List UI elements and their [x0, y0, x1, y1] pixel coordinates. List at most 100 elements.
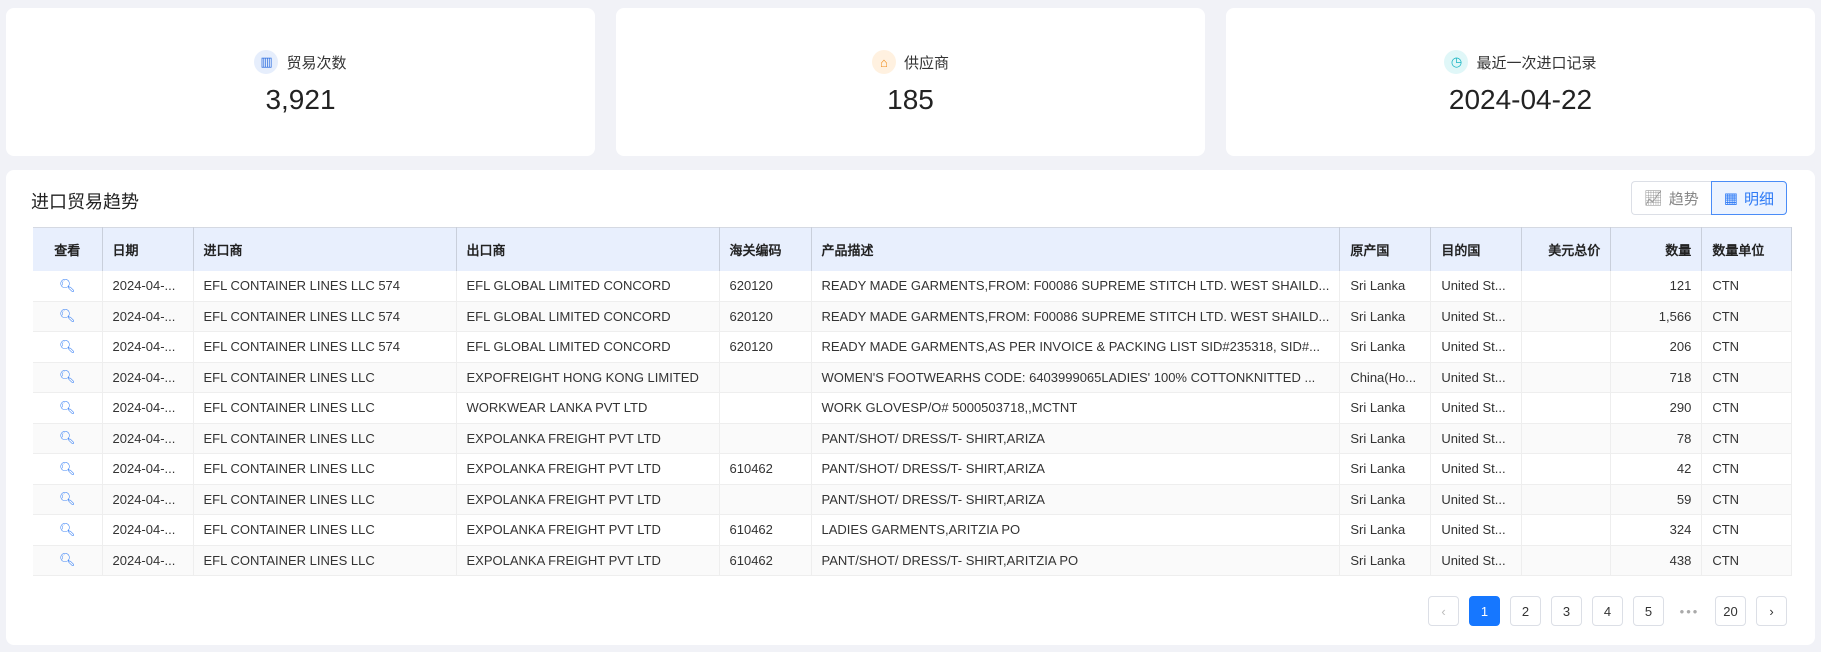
cell-6: Sri Lanka	[1339, 453, 1432, 485]
cell-9: 1,566	[1610, 301, 1703, 332]
cell-6: Sri Lanka	[1339, 484, 1432, 515]
cell-1: 2024-04-...	[102, 392, 194, 424]
table-row: 🔍︎ 2024-04-... EFL CONTAINER LINES LLC 574…	[33, 270, 1793, 302]
stat-card-last-import: ◷ 最近一次进口记录 2024-04-22	[1226, 8, 1815, 156]
page-button-4[interactable]: 4	[1592, 596, 1623, 626]
cell-10: CTN	[1701, 545, 1793, 576]
view-cell: 🔍︎	[33, 392, 103, 424]
cell-4: 610462	[719, 514, 812, 546]
cell-3: EXPOFREIGHT HONG KONG LIMITED	[456, 362, 720, 393]
cell-4	[719, 392, 812, 424]
cell-2: EFL CONTAINER LINES LLC 574	[193, 331, 457, 363]
cell-5: READY MADE GARMENTS,AS PER INVOICE & PAC…	[811, 331, 1341, 363]
search-icon[interactable]: 🔍︎	[59, 278, 76, 293]
search-icon[interactable]: 🔍︎	[59, 339, 76, 354]
cell-7: United St...	[1430, 453, 1523, 485]
table-row: 🔍︎ 2024-04-... EFL CONTAINER LINES LLC EXPO…	[33, 453, 1793, 485]
prev-page-button[interactable]: ‹	[1428, 596, 1459, 626]
cell-1: 2024-04-...	[102, 453, 194, 485]
cell-4: 620120	[719, 331, 812, 363]
view-cell: 🔍︎	[33, 331, 103, 363]
cell-2: EFL CONTAINER LINES LLC	[193, 423, 457, 454]
cell-5: PANT/SHOT/ DRESS/T- SHIRT,ARIZA	[811, 423, 1341, 454]
cell-8	[1521, 423, 1612, 454]
stat-label: 供应商	[903, 54, 949, 72]
trend-label: 趋势	[1668, 190, 1699, 208]
cell-3: EXPOLANKA FREIGHT PVT LTD	[456, 545, 720, 576]
cell-9: 324	[1610, 514, 1703, 546]
cell-5: PANT/SHOT/ DRESS/T- SHIRT,ARIZA	[811, 453, 1341, 485]
search-icon[interactable]: 🔍︎	[59, 430, 76, 445]
detail-view-button[interactable]: ▦ 明细	[1710, 181, 1787, 215]
cell-7: United St...	[1430, 484, 1523, 515]
cell-5: LADIES GARMENTS,ARITZIA PO	[811, 514, 1341, 546]
search-icon[interactable]: 🔍︎	[59, 308, 76, 323]
table-row: 🔍︎ 2024-04-... EFL CONTAINER LINES LLC EXPO…	[33, 423, 1793, 454]
column-header: 数量	[1610, 227, 1703, 271]
column-header: 查看	[33, 227, 103, 271]
view-cell: 🔍︎	[33, 423, 103, 454]
page-button-1[interactable]: 1	[1469, 596, 1500, 626]
cell-2: EFL CONTAINER LINES LLC	[193, 453, 457, 485]
cell-4: 610462	[719, 545, 812, 576]
table-row: 🔍︎ 2024-04-... EFL CONTAINER LINES LLC EXPO…	[33, 514, 1793, 546]
cell-10: CTN	[1701, 362, 1793, 393]
cell-4: 620120	[719, 270, 812, 302]
cell-7: United St...	[1430, 423, 1523, 454]
cell-1: 2024-04-...	[102, 301, 194, 332]
cell-6: China(Ho...	[1339, 362, 1432, 393]
column-header: 海关编码	[719, 227, 812, 271]
column-header: 进口商	[193, 227, 457, 271]
cell-10: CTN	[1701, 423, 1793, 454]
trend-view-button[interactable]: 📈︎ 趋势	[1630, 181, 1711, 215]
column-header: 目的国	[1430, 227, 1523, 271]
table-row: 🔍︎ 2024-04-... EFL CONTAINER LINES LLC 574…	[33, 331, 1793, 363]
cell-5: WOMEN'S FOOTWEARHS CODE: 6403999065LADIE…	[811, 362, 1341, 393]
cell-7: United St...	[1430, 392, 1523, 424]
cell-6: Sri Lanka	[1339, 301, 1432, 332]
page-button-5[interactable]: 5	[1633, 596, 1664, 626]
cell-2: EFL CONTAINER LINES LLC 574	[193, 301, 457, 332]
cell-1: 2024-04-...	[102, 423, 194, 454]
line-chart-icon: 📈︎	[1643, 190, 1663, 207]
search-icon[interactable]: 🔍︎	[59, 400, 76, 415]
cell-10: CTN	[1701, 331, 1793, 363]
column-header: 出口商	[456, 227, 720, 271]
search-icon[interactable]: 🔍︎	[59, 552, 76, 567]
column-header: 日期	[102, 227, 194, 271]
cell-8	[1521, 545, 1612, 576]
cell-7: United St...	[1430, 270, 1523, 302]
column-header: 原产国	[1339, 227, 1432, 271]
table-row: 🔍︎ 2024-04-... EFL CONTAINER LINES LLC EXPO…	[33, 484, 1793, 515]
cell-6: Sri Lanka	[1339, 514, 1432, 546]
column-header: 数量单位	[1701, 227, 1793, 271]
stat-card-suppliers: ⌂ 供应商 185	[616, 8, 1205, 156]
cell-3: EFL GLOBAL LIMITED CONCORD	[456, 301, 720, 332]
cell-9: 78	[1610, 423, 1703, 454]
cell-10: CTN	[1701, 514, 1793, 546]
cell-10: CTN	[1701, 301, 1793, 332]
cell-5: WORK GLOVESP/O# 5000503718,,MCTNT	[811, 392, 1341, 424]
search-icon[interactable]: 🔍︎	[59, 369, 76, 384]
page-button-3[interactable]: 3	[1551, 596, 1582, 626]
cell-8	[1521, 514, 1612, 546]
search-icon[interactable]: 🔍︎	[59, 491, 76, 506]
table-row: 🔍︎ 2024-04-... EFL CONTAINER LINES LLC WORK…	[33, 392, 1793, 424]
table-icon: ▦	[1723, 190, 1738, 207]
next-page-button[interactable]: ›	[1756, 596, 1787, 626]
cell-2: EFL CONTAINER LINES LLC	[193, 362, 457, 393]
page-ellipsis[interactable]: •••	[1674, 596, 1705, 626]
search-icon[interactable]: 🔍︎	[59, 522, 76, 537]
column-header: 产品描述	[811, 227, 1341, 271]
cell-8	[1521, 301, 1612, 332]
cell-9: 59	[1610, 484, 1703, 515]
cell-3: EXPOLANKA FREIGHT PVT LTD	[456, 514, 720, 546]
page-button-20[interactable]: 20	[1715, 596, 1746, 626]
search-icon[interactable]: 🔍︎	[59, 461, 76, 476]
page-button-2[interactable]: 2	[1510, 596, 1541, 626]
column-header: 美元总价	[1521, 227, 1612, 271]
cell-1: 2024-04-...	[102, 362, 194, 393]
cell-9: 290	[1610, 392, 1703, 424]
supplier-icon: ⌂	[871, 50, 896, 74]
cell-3: EFL GLOBAL LIMITED CONCORD	[456, 270, 720, 302]
